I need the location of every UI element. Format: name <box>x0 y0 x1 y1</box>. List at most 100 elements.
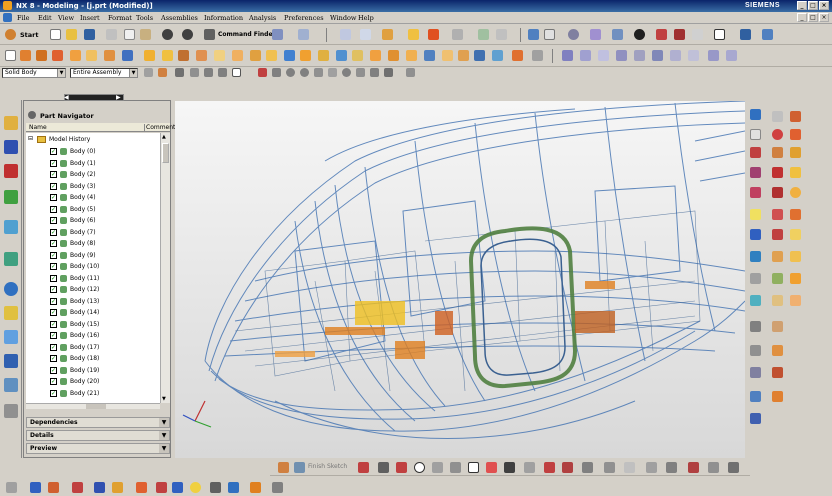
trim-sheet-icon[interactable] <box>670 50 681 61</box>
doc-close-button[interactable]: × <box>819 13 829 22</box>
reuse-library-icon[interactable] <box>4 190 18 204</box>
offset-surface-icon[interactable] <box>652 50 663 61</box>
expand-icon[interactable]: ⊟ <box>28 135 33 142</box>
rotate-icon[interactable] <box>590 29 601 40</box>
show-hide-icon[interactable] <box>478 29 489 40</box>
snap-grid-icon[interactable] <box>356 68 365 77</box>
wcs-dynamics-icon[interactable] <box>30 482 41 493</box>
render-style-icon[interactable] <box>272 29 283 40</box>
measure-icon[interactable] <box>496 29 507 40</box>
hscroll-thumb[interactable] <box>86 404 106 409</box>
constraint-navigator-icon[interactable] <box>4 140 18 154</box>
snap-bounded-icon[interactable] <box>406 68 415 77</box>
face-blend-icon[interactable] <box>726 50 737 61</box>
show-constraints-icon[interactable] <box>666 462 677 473</box>
graphics-window[interactable] <box>175 101 745 458</box>
tree-body-item[interactable]: ✓ Body (6) <box>26 215 160 227</box>
scroll-up-icon[interactable]: ▲ <box>162 134 166 140</box>
arc-sketch-icon[interactable] <box>396 462 407 473</box>
history-icon[interactable] <box>4 282 18 296</box>
settings-gear-icon[interactable] <box>28 111 36 119</box>
patch-icon[interactable] <box>424 50 435 61</box>
menu-tools[interactable]: Tools <box>136 14 153 22</box>
background-icon[interactable] <box>692 29 703 40</box>
shaded-icon[interactable] <box>634 29 645 40</box>
visibility-checkbox[interactable]: ✓ <box>50 355 57 362</box>
tree-scrollbar[interactable]: ▲ ▼ <box>160 133 170 403</box>
visibility-checkbox[interactable]: ✓ <box>50 320 57 328</box>
pad-icon[interactable] <box>104 50 115 61</box>
visibility-checkbox[interactable]: ✓ <box>50 240 57 247</box>
offset-curve-icon[interactable] <box>772 209 783 220</box>
circle-sketch-icon[interactable] <box>414 462 425 473</box>
csys-icon[interactable] <box>94 482 105 493</box>
project-icon[interactable] <box>772 229 783 240</box>
intersect-icon[interactable] <box>250 50 261 61</box>
styled-sweep-icon[interactable] <box>708 50 719 61</box>
visibility-checkbox[interactable]: ✓ <box>50 378 57 385</box>
manufacturing-wizard-icon[interactable] <box>4 354 18 368</box>
system-materials-icon[interactable] <box>4 306 18 320</box>
boss-icon[interactable] <box>70 50 81 61</box>
edit-parameters-icon[interactable] <box>750 367 761 378</box>
animate-icon[interactable] <box>688 462 699 473</box>
revolve-icon[interactable] <box>36 50 47 61</box>
close-button[interactable]: × <box>819 1 829 10</box>
bridge-icon[interactable] <box>750 229 761 240</box>
box-select-icon[interactable] <box>232 68 241 77</box>
tree-body-item[interactable]: ✓ Body (20) <box>26 376 160 388</box>
edge-blend-icon[interactable] <box>790 295 801 306</box>
help-icon[interactable] <box>762 29 773 40</box>
n-sided-icon[interactable] <box>634 50 645 61</box>
replace-face-icon[interactable] <box>442 50 453 61</box>
zoom-icon[interactable] <box>544 29 555 40</box>
draft-icon[interactable] <box>178 50 189 61</box>
more-icon[interactable] <box>272 482 283 493</box>
preview-panel[interactable]: Preview ▼ <box>26 443 170 454</box>
edit-object-icon[interactable] <box>340 29 351 40</box>
sketch-icon[interactable] <box>5 50 16 61</box>
column-comment[interactable]: Comment <box>144 124 175 131</box>
point-sketch-icon[interactable] <box>504 462 515 473</box>
ellipse-icon[interactable] <box>772 187 783 198</box>
plane-construct-icon[interactable] <box>136 482 147 493</box>
menu-information[interactable]: Information <box>204 14 243 22</box>
tree-body-item[interactable]: ✓ Body (9) <box>26 250 160 262</box>
rectangle-sketch-icon[interactable] <box>468 462 479 473</box>
visibility-checkbox[interactable]: ✓ <box>50 159 57 167</box>
point-set-icon[interactable] <box>750 129 761 140</box>
circle-icon[interactable] <box>772 129 783 140</box>
visibility-checkbox[interactable]: ✓ <box>50 194 57 201</box>
subtract-icon[interactable] <box>232 50 243 61</box>
visibility-checkbox[interactable]: ✓ <box>50 148 57 155</box>
chevron-down-icon[interactable]: ▼ <box>159 418 169 427</box>
tube-icon[interactable] <box>790 209 801 220</box>
split-body-icon[interactable] <box>284 50 295 61</box>
scope-select[interactable]: Entire Assembly ▼ <box>70 68 138 78</box>
save-icon[interactable] <box>84 29 95 40</box>
menu-format[interactable]: Format <box>108 14 132 22</box>
arc-icon[interactable] <box>790 111 801 122</box>
tree-body-item[interactable]: ✓ Body (1) <box>26 158 160 170</box>
scroll-thumb[interactable] <box>162 143 169 163</box>
block-icon[interactable] <box>790 129 801 140</box>
tree-body-item[interactable]: ✓ Body (15) <box>26 319 160 331</box>
extract-icon[interactable] <box>388 50 399 61</box>
extend-sketch-icon[interactable] <box>562 462 573 473</box>
menu-file[interactable]: File <box>17 14 30 22</box>
divide-curve-icon[interactable] <box>772 345 783 356</box>
trim-sketch-icon[interactable] <box>544 462 555 473</box>
convert-reference-icon[interactable] <box>708 462 719 473</box>
visibility-checkbox[interactable]: ✓ <box>50 171 57 178</box>
part-navigator-icon[interactable] <box>4 164 18 178</box>
stretch-icon[interactable] <box>772 367 783 378</box>
tree-body-item[interactable]: ✓ Body (3) <box>26 181 160 193</box>
menu-preferences[interactable]: Preferences <box>284 14 324 22</box>
maximize-button[interactable]: □ <box>808 1 818 10</box>
menu-view[interactable]: View <box>58 14 74 22</box>
delete-face-icon[interactable] <box>474 50 485 61</box>
tree-body-item[interactable]: ✓ Body (14) <box>26 307 160 319</box>
align-icon[interactable] <box>750 391 761 402</box>
tree-body-item[interactable]: ✓ Body (8) <box>26 238 160 250</box>
intersection-curve-icon[interactable] <box>750 273 761 284</box>
